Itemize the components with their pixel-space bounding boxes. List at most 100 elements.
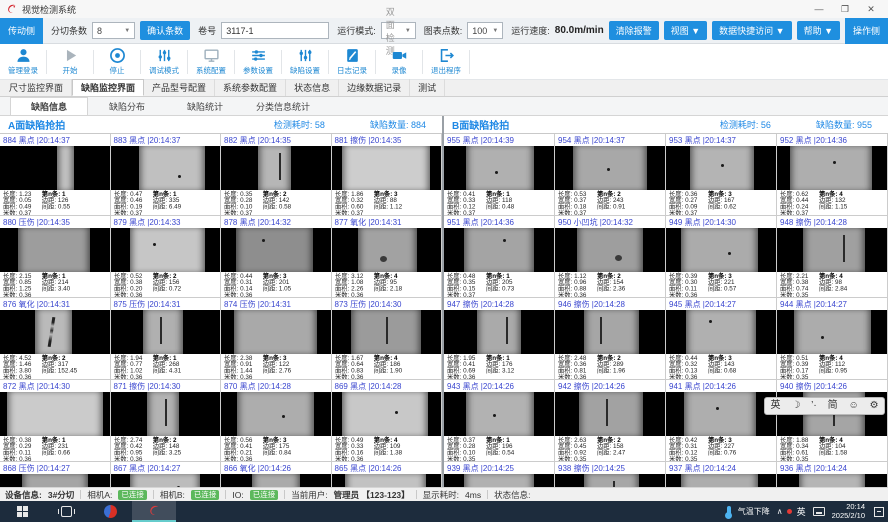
defect-cell[interactable]: 944 黑点 |20:14:27 长度: 0.51宽度: 0.39面积: 0.1… [777,298,888,380]
tab-system-param-config[interactable]: 系统参数配置 [215,79,286,96]
defect-mark [279,153,281,180]
chart-points-select[interactable]: 100▼ [467,22,503,39]
defect-cell[interactable]: 867 黑点 |20:14:27 长度: 0.41宽度: 0.30面积: 0.1… [111,462,222,487]
tab-defect-monitor[interactable]: 缺陷监控界面 [72,79,144,96]
hidden-icons-button[interactable]: ∧ [777,507,783,516]
defect-cell[interactable]: 871 擦伤 |20:14:30 长度: 2.74宽度: 0.42面积: 0.9… [111,380,222,462]
ime-english-mode[interactable]: 英 [770,401,780,411]
defect-cell[interactable]: 950 小凹坑 |20:14:32 长度: 1.12宽度: 0.96面积: 0.… [555,216,666,298]
defect-cell[interactable]: 940 擦伤 |20:14:26 长度: 1.88宽度: 0.34面积: 0.6… [777,380,888,462]
defect-cell[interactable]: 951 黑点 |20:14:36 长度: 0.48宽度: 0.35面积: 0.1… [444,216,555,298]
defect-cell[interactable]: 876 氧化 |20:14:31 长度: 4.52宽度: 1.46面积: 3.8… [0,298,111,380]
defect-cell[interactable]: 880 压伤 |20:14:35 长度: 2.15宽度: 0.85面积: 1.2… [0,216,111,298]
defect-cell[interactable]: 865 黑点 |20:14:26 长度: 0.45宽度: 0.34面积: 0.1… [332,462,443,487]
defect-cell[interactable]: 882 黑点 |20:14:35 长度: 0.35宽度: 0.28面积: 0.1… [221,134,332,216]
defect-cell[interactable]: 936 黑点 |20:14:24 长度: 0.43宽度: 0.31面积: 0.1… [777,462,888,487]
thermometer-icon[interactable] [727,506,731,517]
touch-keyboard-icon[interactable] [813,507,825,516]
slit-count-select[interactable]: 8▼ [92,22,135,39]
exit-program-button[interactable]: 退出程序 [423,47,469,76]
action-center-button[interactable] [874,507,884,517]
tab-status-info[interactable]: 状态信息 [286,79,339,96]
defect-cell[interactable]: 870 黑点 |20:14:28 长度: 0.56宽度: 0.41面积: 0.2… [221,380,332,462]
subtab-defect-distribution[interactable]: 缺陷分布 [88,97,166,115]
tab-product-model-config[interactable]: 产品型号配置 [144,79,215,96]
defect-cell[interactable]: 937 黑点 |20:14:24 长度: 0.46宽度: 0.33面积: 0.1… [666,462,777,487]
defect-cell-header: 868 压伤 |20:14:27 [0,462,110,474]
taskbar-clock[interactable]: 20:14 2025/2/10 [832,503,865,520]
defect-settings-button[interactable]: 缺陷设置 [282,47,328,76]
gear-icon[interactable]: ⚙ [870,401,879,411]
clear-alarm-button[interactable]: 清除报警 [609,21,659,40]
task-view-icon [61,506,72,517]
stop-button[interactable]: 停止 [94,47,140,76]
close-button[interactable]: ✕ [858,1,884,17]
defect-cell[interactable]: 954 黑点 |20:14:37 长度: 0.53宽度: 0.37面积: 0.1… [555,134,666,216]
subtab-defect-info[interactable]: 缺陷信息 [10,97,88,115]
recording-button[interactable]: 录像 [376,47,422,76]
defect-cell[interactable]: 952 黑点 |20:14:36 长度: 0.62宽度: 0.44面积: 0.2… [777,134,888,216]
debug-mode-button[interactable]: 调试模式 [141,47,187,76]
camera-a-label: 相机A: [87,489,112,501]
defect-cell[interactable]: 947 擦伤 |20:14:28 长度: 1.95宽度: 0.41面积: 0.6… [444,298,555,380]
run-mode-select[interactable]: 双面检测▼ [381,22,416,39]
log-record-button[interactable]: 日志记录 [329,47,375,76]
defect-cell[interactable]: 945 黑点 |20:14:27 长度: 0.44宽度: 0.32面积: 0.1… [666,298,777,380]
defect-cell[interactable]: 884 黑点 |20:14:37 长度: 1.23宽度: 0.05面积: 0.4… [0,134,111,216]
defect-cell[interactable]: 939 黑点 |20:14:25 长度: 0.40宽度: 0.29面积: 0.1… [444,462,555,487]
defect-image-strip [579,392,643,436]
restore-button[interactable]: ❐ [832,1,858,17]
defect-cell[interactable]: 946 擦伤 |20:14:28 长度: 2.48宽度: 0.36面积: 0.8… [555,298,666,380]
defect-cell[interactable]: 872 黑点 |20:14:30 长度: 0.38宽度: 0.29面积: 0.1… [0,380,111,462]
subtab-class-info-statistics[interactable]: 分类信息统计 [244,97,322,115]
minimize-button[interactable]: — [806,1,832,17]
data-quick-access-button[interactable]: 数据快捷访问 ▼ [712,21,791,40]
start-menu-button[interactable] [0,501,44,522]
defect-cell[interactable]: 955 黑点 |20:14:39 长度: 0.41宽度: 0.33面积: 0.1… [444,134,555,216]
defect-cell[interactable]: 877 氧化 |20:14:31 长度: 3.12宽度: 1.08面积: 2.2… [332,216,443,298]
defect-cell[interactable]: 873 压伤 |20:14:30 长度: 1.67宽度: 0.64面积: 0.8… [332,298,443,380]
defect-cell[interactable]: 948 擦伤 |20:14:28 长度: 2.21宽度: 0.38面积: 0.7… [777,216,888,298]
defect-mark [395,411,398,414]
admin-login-button[interactable]: 管理登录 [0,47,46,76]
tab-size-monitor[interactable]: 尺寸监控界面 [1,79,72,96]
defect-cell[interactable]: 874 压伤 |20:14:31 长度: 2.38宽度: 0.91面积: 1.4… [221,298,332,380]
parameter-settings-button[interactable]: 参数设置 [235,47,281,76]
tab-test[interactable]: 测试 [410,79,445,96]
help-menu-button[interactable]: 帮助 ▼ [797,21,840,40]
roll-number-input[interactable] [221,22,329,39]
defect-cell[interactable]: 953 黑点 |20:14:37 长度: 0.36宽度: 0.27面积: 0.0… [666,134,777,216]
panel-b-header: B面缺陷抢拍 检测耗时: 56 缺陷数量: 955 [444,116,888,134]
moon-icon[interactable]: ☽ [791,401,800,411]
emoji-icon[interactable]: ☺ [848,401,858,411]
defect-cell[interactable]: 878 黑点 |20:14:32 长度: 0.44宽度: 0.31面积: 0.1… [221,216,332,298]
defect-meta-right: 第n条: 1边距: 214间距: 3.40 [42,273,78,291]
defect-cell[interactable]: 942 擦伤 |20:14:26 长度: 2.63宽度: 0.45面积: 0.9… [555,380,666,462]
ime-pen-icon[interactable]: ’· [811,401,817,411]
defect-cell[interactable]: 938 擦伤 |20:14:25 长度: 2.05宽度: 0.37面积: 0.7… [555,462,666,487]
defect-cell[interactable]: 881 擦伤 |20:14:35 长度: 1.86宽度: 0.32面积: 0.6… [332,134,443,216]
ime-simplified-mode[interactable]: 简 [828,401,838,411]
active-app-button[interactable] [132,501,176,522]
defect-cell[interactable]: 868 压伤 |20:14:27 长度: 1.72宽度: 0.68面积: 0.8… [0,462,111,487]
defect-cell[interactable]: 866 氧化 |20:14:26 长度: 2.96宽度: 1.12面积: 2.0… [221,462,332,487]
defect-cell[interactable]: 869 黑点 |20:14:28 长度: 0.49宽度: 0.33面积: 0.1… [332,380,443,462]
defect-cell[interactable]: 941 黑点 |20:14:26 长度: 0.42宽度: 0.31面积: 0.1… [666,380,777,462]
weather-text[interactable]: 气温下降 [738,506,770,517]
view-menu-button[interactable]: 视图 ▼ [664,21,707,40]
start-button[interactable]: 开始 [47,47,93,76]
operation-side-button[interactable]: 操作侧 [845,18,888,44]
defect-cell[interactable]: 949 黑点 |20:14:30 长度: 0.39宽度: 0.30面积: 0.1… [666,216,777,298]
defect-cell[interactable]: 879 黑点 |20:14:33 长度: 0.52宽度: 0.38面积: 0.2… [111,216,222,298]
pinned-app-button[interactable] [88,501,132,522]
subtab-defect-statistics[interactable]: 缺陷统计 [166,97,244,115]
system-config-button[interactable]: 系统配置 [188,47,234,76]
drive-side-button[interactable]: 传动侧 [0,18,43,44]
defect-cell[interactable]: 943 黑点 |20:14:26 长度: 0.37宽度: 0.28面积: 0.1… [444,380,555,462]
defect-cell[interactable]: 875 压伤 |20:14:31 长度: 1.94宽度: 0.77面积: 1.0… [111,298,222,380]
confirm-count-button[interactable]: 确认条数 [140,21,190,40]
tab-edge-data-record[interactable]: 边缘数据记录 [339,79,410,96]
defect-cell[interactable]: 883 黑点 |20:14:37 长度: 0.47宽度: 0.46面积: 0.1… [111,134,222,216]
task-view-button[interactable] [44,501,88,522]
ime-language-indicator[interactable]: 英 [797,505,806,518]
